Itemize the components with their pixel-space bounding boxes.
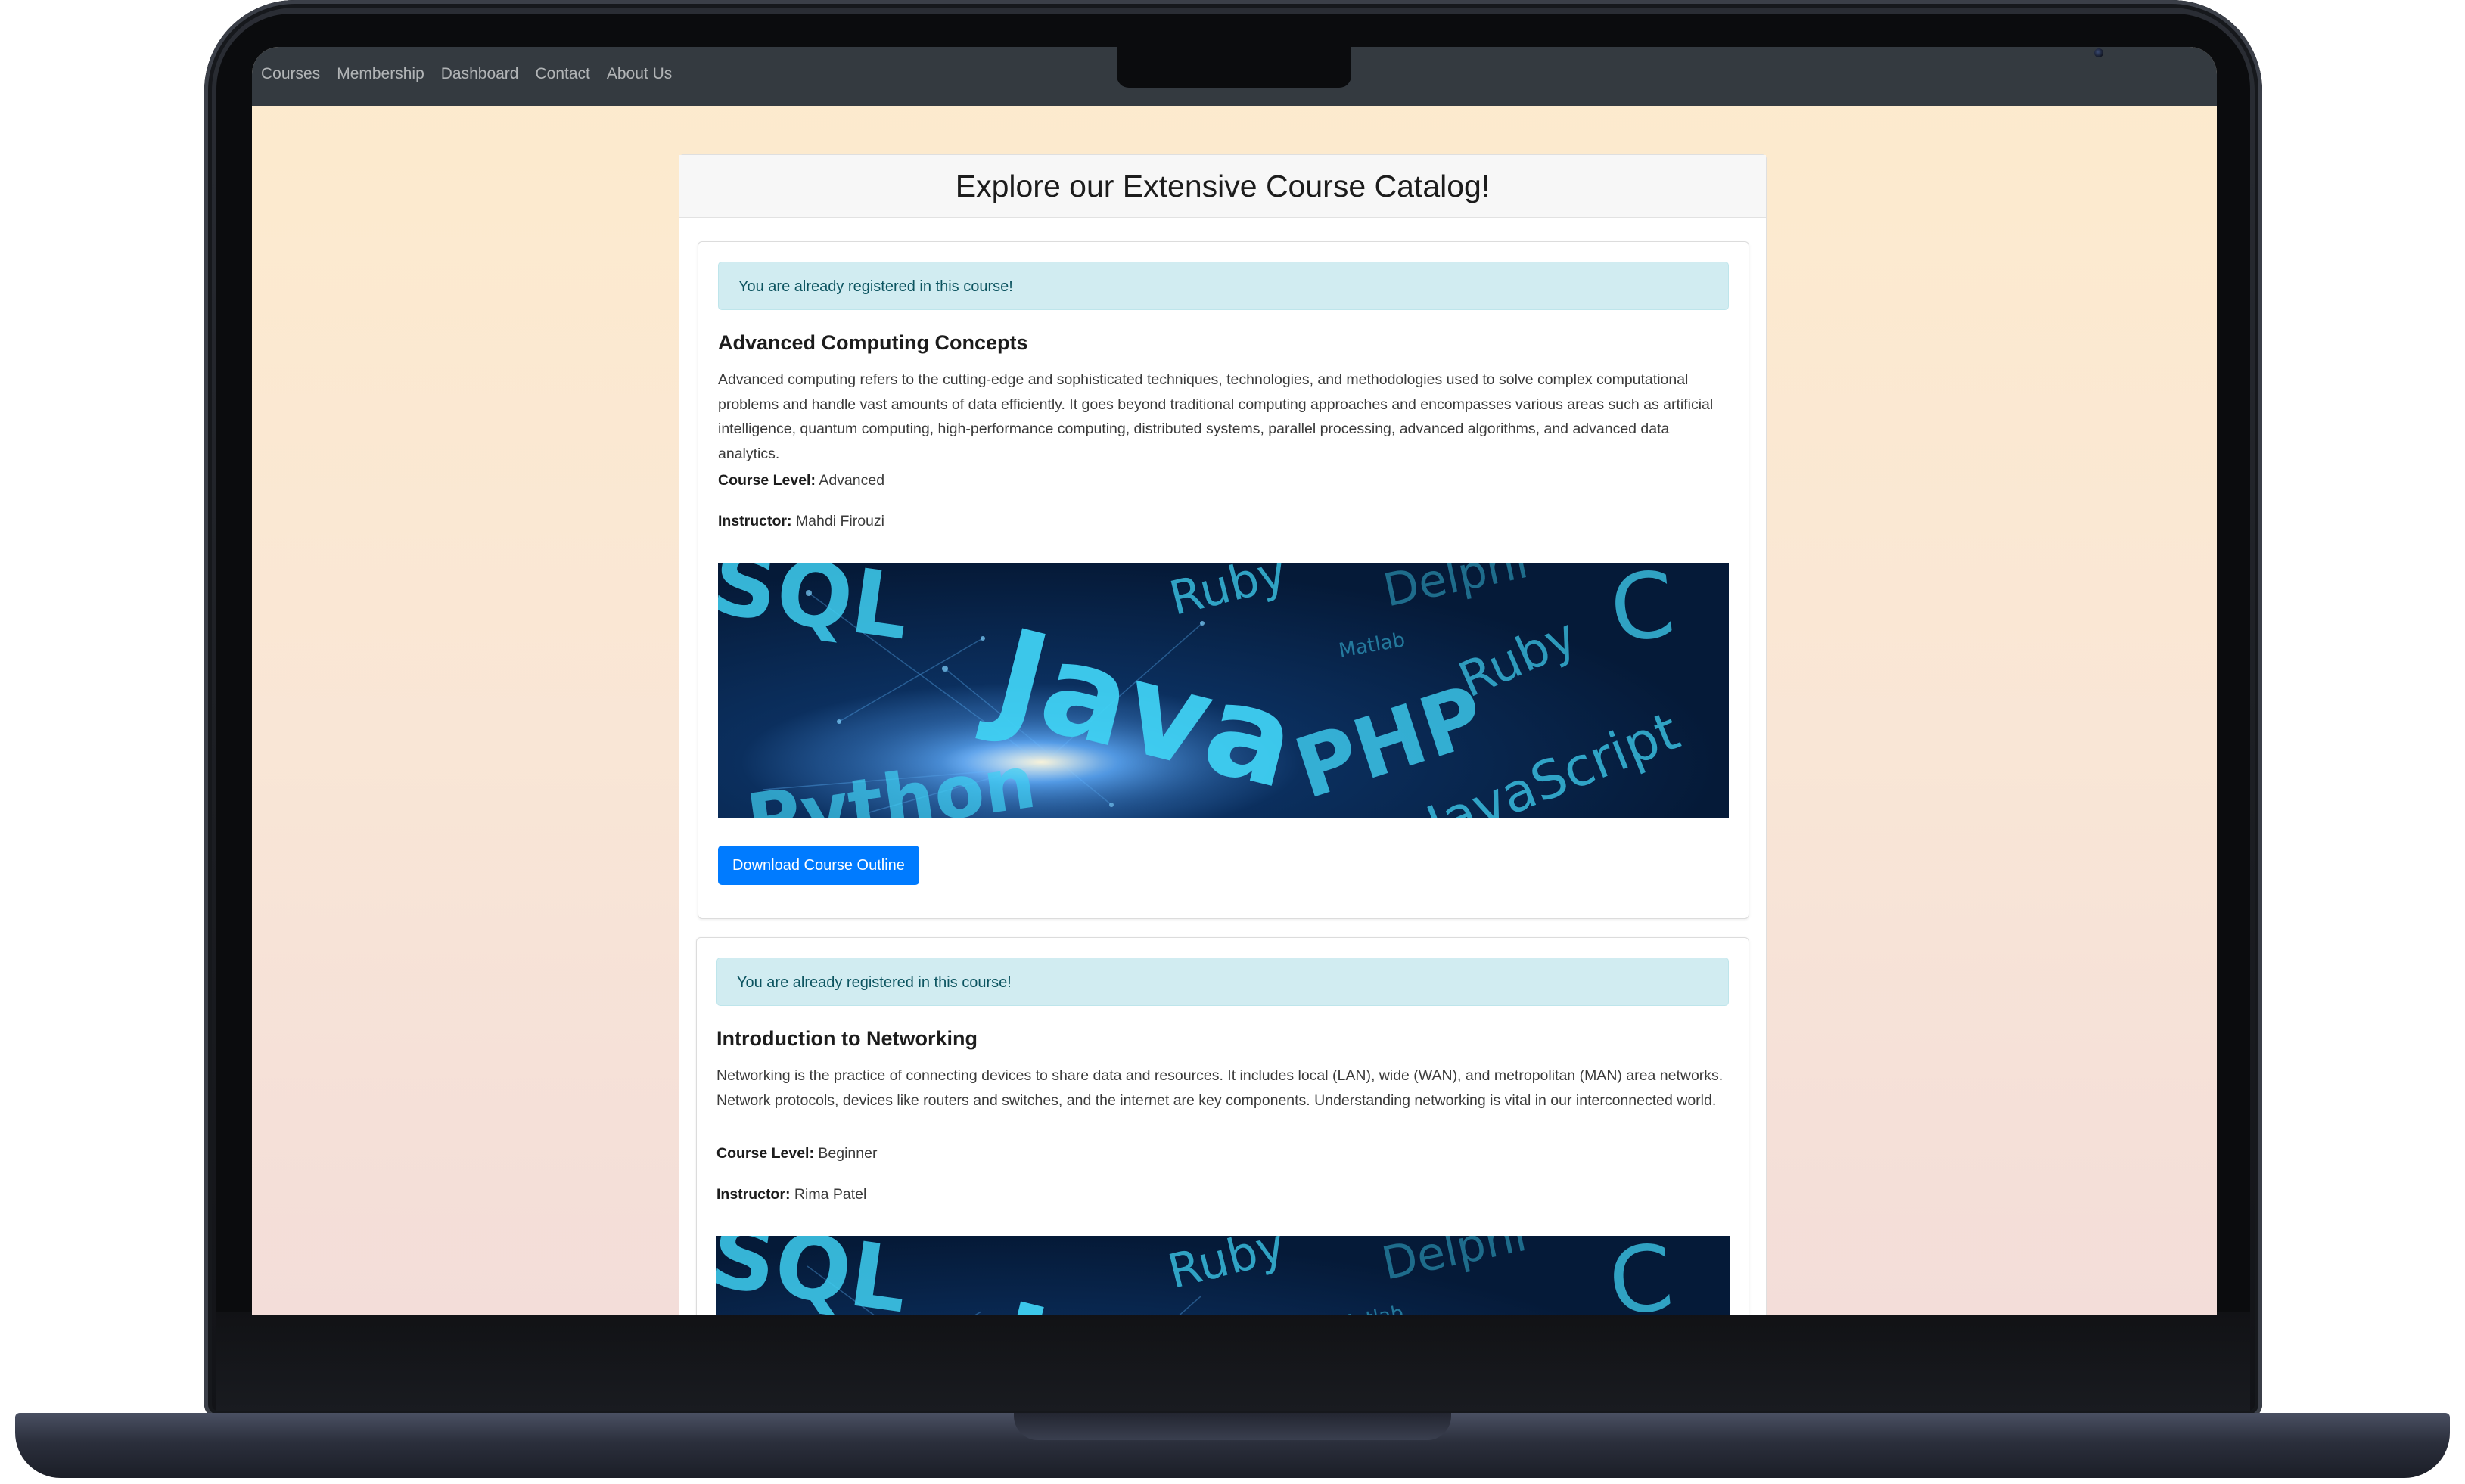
- course-description: Networking is the practice of connecting…: [716, 1067, 1724, 1109]
- programming-languages-image: SQL Ruby Java PHP Ruby JavaScript Python…: [718, 563, 1729, 818]
- course-level-label: Course Level:: [716, 1145, 814, 1162]
- nav-link-membership[interactable]: Membership: [337, 65, 424, 83]
- course-instructor-value: Mahdi Firouzi: [795, 513, 884, 529]
- registered-alert: You are already registered in this cours…: [718, 262, 1729, 310]
- course-level-label: Course Level:: [718, 472, 816, 489]
- nav-links: Courses Membership Dashboard Contact Abo…: [261, 65, 672, 83]
- course-title: Introduction to Networking: [716, 1027, 978, 1050]
- course-description: Advanced computing refers to the cutting…: [718, 371, 1714, 462]
- camera-icon: [2094, 48, 2103, 57]
- course-image: SQL Ruby Java PHP Ruby JavaScript Python…: [718, 563, 1729, 818]
- course-instructor: Instructor: Rima Patel: [716, 1186, 866, 1203]
- nav-link-about-us[interactable]: About Us: [607, 65, 672, 83]
- nav-link-dashboard[interactable]: Dashboard: [441, 65, 519, 83]
- course-instructor: Instructor: Mahdi Firouzi: [718, 513, 884, 530]
- image-word: Delphi: [1378, 1236, 1531, 1291]
- nav-link-contact[interactable]: Contact: [535, 65, 589, 83]
- course-instructor-label: Instructor:: [716, 1186, 791, 1203]
- browser-viewport: Courses Membership Dashboard Contact Abo…: [252, 47, 2217, 1315]
- image-word: Ruby: [1163, 1236, 1291, 1299]
- course-instructor-value: Rima Patel: [794, 1186, 867, 1203]
- image-word: C: [1606, 563, 1680, 663]
- course-level: Course Level: Beginner: [716, 1145, 877, 1163]
- programming-languages-image: SQL Ruby Java C Delphi Matlab: [716, 1236, 1678, 1315]
- image-word: SQL: [716, 1236, 915, 1315]
- image-word: Matlab: [1335, 1302, 1405, 1315]
- course-image: SQL Ruby Java C Delphi Matlab: [716, 1236, 1730, 1315]
- registered-alert: You are already registered in this cours…: [716, 958, 1729, 1006]
- download-outline-button[interactable]: Download Course Outline: [718, 846, 919, 885]
- catalog-title: Explore our Extensive Course Catalog!: [955, 168, 1491, 203]
- course-level: Course Level: Advanced: [718, 472, 884, 489]
- catalog-header: Explore our Extensive Course Catalog!: [679, 155, 1766, 218]
- laptop-base-notch: [1014, 1413, 1451, 1440]
- course-card: You are already registered in this cours…: [698, 241, 1749, 919]
- nav-link-courses[interactable]: Courses: [261, 65, 320, 83]
- laptop-chin: [216, 1312, 2250, 1411]
- course-card: You are already registered in this cours…: [696, 937, 1749, 1315]
- course-title: Advanced Computing Concepts: [718, 331, 1028, 354]
- course-level-value: Advanced: [819, 472, 885, 489]
- course-level-value: Beginner: [818, 1145, 878, 1162]
- camera-notch: [1117, 47, 2103, 88]
- course-instructor-label: Instructor:: [718, 513, 792, 529]
- laptop-mockup: Courses Membership Dashboard Contact Abo…: [0, 0, 2465, 1484]
- image-word: C: [1604, 1236, 1678, 1315]
- course-catalog: Explore our Extensive Course Catalog! Yo…: [679, 154, 1767, 1315]
